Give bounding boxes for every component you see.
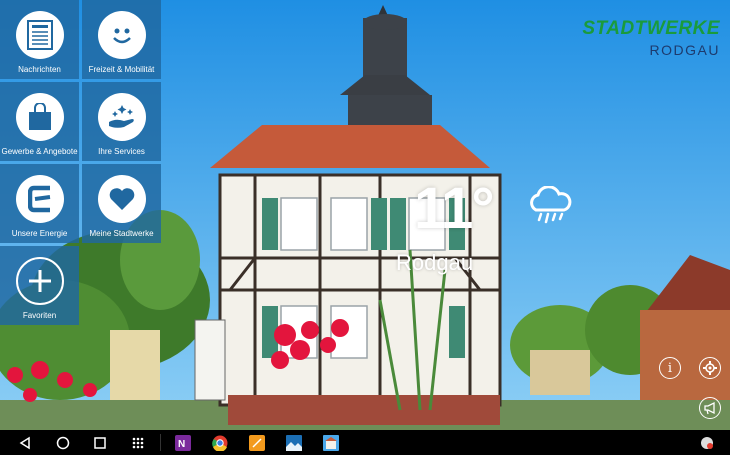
hand-sparkle-icon: [97, 93, 146, 141]
notification-icon[interactable]: [698, 434, 715, 451]
temperature: 11°: [414, 176, 495, 241]
settings-icon[interactable]: [699, 357, 721, 379]
info-icon[interactable]: i: [659, 357, 681, 379]
smiley-icon: [97, 11, 146, 59]
apps-grid-icon[interactable]: [129, 434, 146, 451]
plus-icon: [15, 257, 64, 305]
shopping-bag-icon: [15, 93, 64, 141]
chrome-icon[interactable]: [211, 434, 228, 451]
energy-e-icon: [15, 175, 64, 223]
cloud-rain-icon: [526, 185, 574, 231]
back-icon[interactable]: [16, 434, 33, 451]
weather-location: Rodgau: [396, 250, 474, 275]
megaphone-icon[interactable]: [699, 397, 721, 419]
tile-gewerbe-angebote[interactable]: Gewerbe & Angebote: [0, 82, 79, 161]
logo-city: RODGAU: [649, 42, 720, 58]
home-icon[interactable]: [54, 434, 71, 451]
taskbar-divider: [160, 434, 161, 451]
tile-favoriten[interactable]: Favoriten: [0, 246, 79, 325]
tile-label: Unsere Energie: [11, 229, 68, 238]
tile-unsere-energie[interactable]: Unsere Energie: [0, 164, 79, 243]
tile-nachrichten[interactable]: Nachrichten: [0, 0, 79, 79]
tile-label: Favoriten: [22, 311, 57, 320]
android-taskbar: N: [0, 430, 730, 455]
tile-label: Freizeit & Mobilität: [88, 65, 155, 74]
heart-icon: [97, 175, 146, 223]
tile-label: Ihre Services: [98, 147, 145, 156]
onenote-icon[interactable]: N: [174, 434, 191, 451]
tile-meine-stadtwerke[interactable]: Meine Stadtwerke: [82, 164, 161, 243]
notes-icon[interactable]: [248, 434, 265, 451]
tile-label: Gewerbe & Angebote: [1, 147, 78, 156]
tile-label: Meine Stadtwerke: [89, 229, 154, 238]
tile-ihre-services[interactable]: Ihre Services: [82, 82, 161, 161]
tile-label: Nachrichten: [18, 65, 61, 74]
newspaper-icon: [15, 11, 64, 59]
stadtwerke-app-icon[interactable]: [322, 434, 339, 451]
photo-app-icon[interactable]: [285, 434, 302, 451]
recents-icon[interactable]: [91, 434, 108, 451]
stadtwerke-logo: STADTWERKE RODGAU: [582, 18, 720, 58]
tile-freizeit-mobilitaet[interactable]: Freizeit & Mobilität: [82, 0, 161, 79]
logo-brand: STADTWERKE: [582, 18, 720, 39]
svg-text:N: N: [178, 439, 185, 450]
